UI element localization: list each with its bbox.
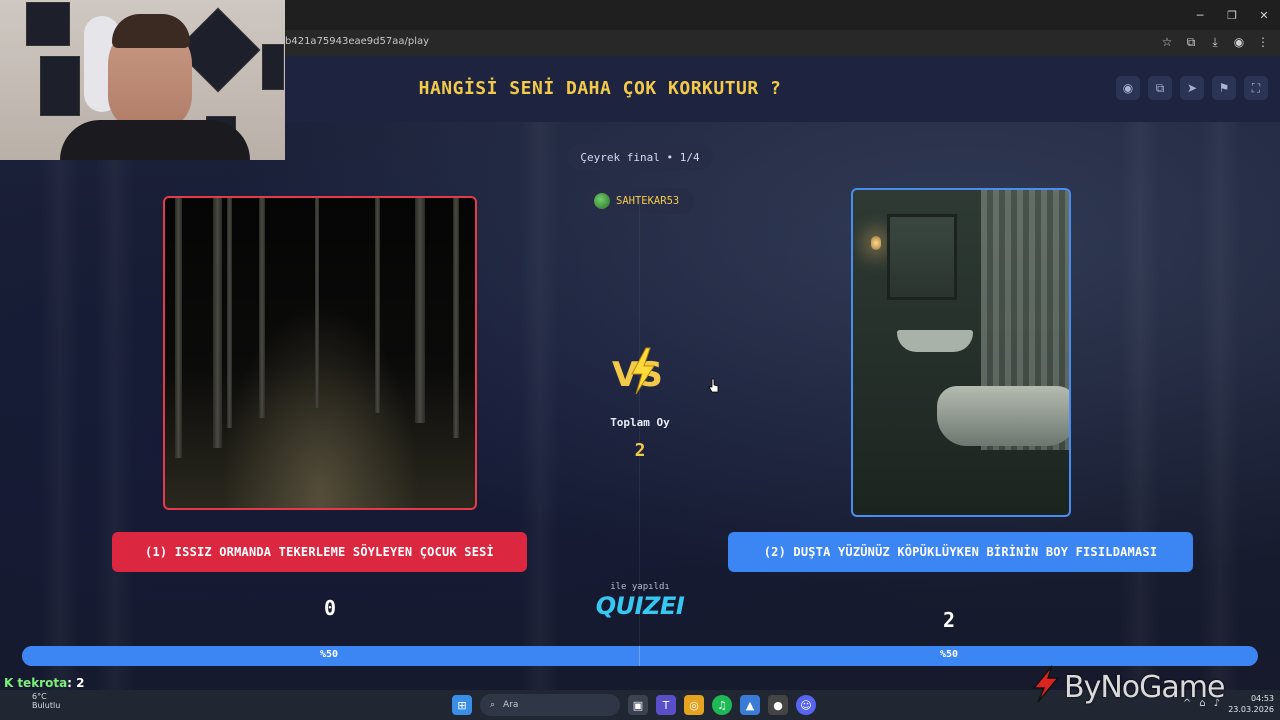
search-icon: ⌕ — [490, 700, 496, 710]
curtain-fold — [1120, 122, 1160, 690]
weather-temp: 6°C — [32, 692, 47, 701]
quizei-logo[interactable]: QUIZEI — [580, 592, 700, 620]
avatar — [594, 193, 610, 209]
made-with-text: ile yapıldı — [610, 582, 670, 592]
taskbar-apps: ⊞ ⌕ Ara ▣ T ◎ ♫ ▲ ● ☺ — [452, 694, 816, 716]
option-2-button[interactable]: (2) DUŞTA YÜZÜNÜZ KÖPÜKLÜYKEN BİRİNİN BO… — [728, 532, 1193, 572]
clock[interactable]: 04:53 23.03.2026 — [1228, 693, 1274, 715]
curtain-fold — [40, 122, 80, 690]
streamer-body — [60, 120, 250, 160]
weather-widget[interactable]: 6°C Bulutlu — [6, 692, 60, 710]
tree-trunk — [375, 198, 380, 413]
task-view-icon[interactable]: ▣ — [628, 695, 648, 715]
platform-icon: K — [4, 676, 14, 690]
eye-icon[interactable]: ◉ — [1116, 76, 1140, 100]
bathtub — [937, 386, 1069, 446]
bathroom-sink — [897, 330, 973, 352]
obs-icon[interactable]: ● — [768, 695, 788, 715]
header-actions: ◉ ⧉ ➤ ⚑ ⛶ — [1116, 76, 1268, 100]
option-1-percent: %50 — [320, 649, 339, 660]
streamer-hair — [112, 14, 190, 48]
bynogame-watermark: ByNoGame — [1064, 670, 1225, 705]
download-icon[interactable]: ⤓ — [1208, 34, 1222, 50]
teams-icon[interactable]: T — [656, 695, 676, 715]
discord-icon[interactable]: ☺ — [796, 695, 816, 715]
wall-poster — [40, 56, 80, 116]
close-button[interactable]: ✕ — [1248, 0, 1280, 30]
tree-trunk — [175, 198, 182, 458]
tree-trunk — [415, 198, 425, 423]
option-2-percent: %50 — [940, 649, 959, 660]
option-1-votes: 0 — [323, 596, 337, 620]
option-2-image[interactable] — [851, 188, 1071, 517]
flag-icon[interactable]: ⚑ — [1212, 76, 1236, 100]
tree-trunk — [453, 198, 459, 438]
clock-time: 04:53 — [1250, 694, 1274, 703]
chat-message: Ktekrota: 2 — [4, 676, 85, 690]
tree-trunk — [315, 198, 319, 408]
translate-icon[interactable]: ⧉ — [1184, 34, 1198, 50]
wall-poster — [26, 2, 70, 46]
start-windows-icon[interactable]: ⊞ — [452, 695, 472, 715]
curtain-fold — [1200, 122, 1240, 690]
send-icon[interactable]: ➤ — [1180, 76, 1204, 100]
weather-desc: Bulutlu — [32, 701, 61, 710]
tree-trunk — [227, 198, 232, 428]
vs-lightning-icon: VS — [612, 347, 663, 395]
progress-divider — [639, 646, 640, 666]
url-text[interactable]: b421a75943eae9d57aa/play — [285, 36, 429, 47]
bookmark-star-icon[interactable]: ☆ — [1160, 34, 1174, 50]
photos-icon[interactable]: ▲ — [740, 695, 760, 715]
chat-username: tekrota — [17, 676, 68, 690]
wall-poster — [262, 44, 284, 90]
webcam-overlay — [0, 0, 285, 160]
option-1-button[interactable]: (1) ISSIZ ORMANDA TEKERLEME SÖYLEYEN ÇOC… — [112, 532, 527, 572]
restore-button[interactable]: ❐ — [1216, 0, 1248, 30]
total-votes-value: 2 — [634, 440, 646, 461]
window-controls: ─ ❐ ✕ — [1184, 0, 1280, 30]
address-bar-icons: ☆ ⧉ ⤓ ◉ ⋮ — [1160, 34, 1270, 50]
copy-icon[interactable]: ⧉ — [1148, 76, 1172, 100]
wall-lamp — [871, 236, 881, 250]
curtain-fold — [520, 122, 560, 690]
minimize-button[interactable]: ─ — [1184, 0, 1216, 30]
vote-progress-bar: %50 %50 — [22, 646, 1258, 666]
taskbar-search[interactable]: ⌕ Ara — [480, 694, 620, 716]
spotify-icon[interactable]: ♫ — [712, 695, 732, 715]
round-indicator: Çeyrek final • 1/4 — [567, 144, 713, 170]
chat-text: : 2 — [67, 676, 85, 690]
search-placeholder: Ara — [503, 700, 519, 710]
hand-cursor-icon — [708, 378, 719, 393]
bynogame-logo-icon — [1032, 665, 1060, 703]
option-1-image[interactable] — [163, 196, 477, 510]
bathroom-mirror — [887, 214, 957, 300]
fullscreen-icon[interactable]: ⛶ — [1244, 76, 1268, 100]
chrome-icon[interactable]: ◎ — [684, 695, 704, 715]
tree-trunk — [213, 198, 222, 448]
tree-trunk — [259, 198, 265, 418]
profile-icon[interactable]: ◉ — [1232, 34, 1246, 50]
player-name: SAHTEKAR53 — [616, 195, 680, 207]
total-votes-label: Toplam Oy — [610, 416, 670, 429]
option-2-votes: 2 — [942, 608, 956, 632]
clock-date: 23.03.2026 — [1228, 705, 1274, 714]
menu-kebab-icon[interactable]: ⋮ — [1256, 34, 1270, 50]
curtain-fold — [95, 122, 135, 690]
